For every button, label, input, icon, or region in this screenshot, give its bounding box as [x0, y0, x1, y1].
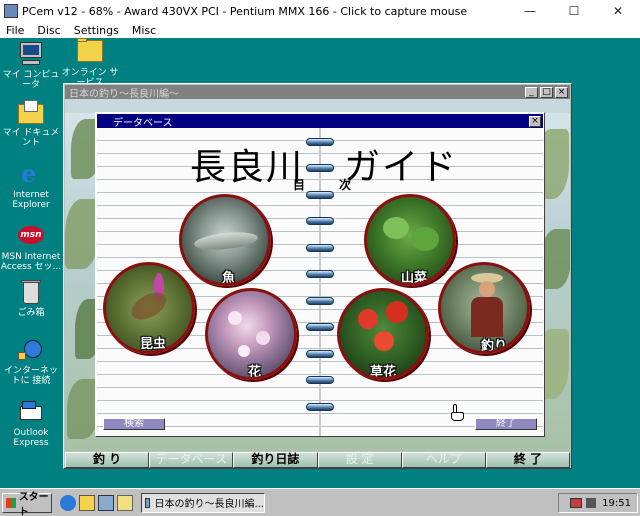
internet-explorer-icon: e	[21, 159, 37, 188]
nav-settings-button[interactable]: 設 定	[317, 452, 402, 468]
toc-label-left: 目	[293, 178, 306, 192]
tray-volume-icon[interactable]	[586, 498, 597, 508]
game-task-icon	[145, 497, 151, 508]
emulator-title: PCem v12 - 68% - Award 430VX PCI - Penti…	[22, 4, 468, 18]
nav-help-button[interactable]: ヘルプ	[401, 452, 486, 468]
binder-ring	[306, 138, 334, 146]
taskbar: スタート 日本の釣り〜長良川編... 19:51	[0, 488, 640, 516]
quicklaunch-ie-icon[interactable]	[60, 494, 76, 511]
river-scenery-background: データベース × 長良川 ガイド 目 次 魚 昆虫 花 山菜 草花 釣り 検索 …	[65, 99, 570, 451]
guide-notebook: 長良川 ガイド 目 次 魚 昆虫 花 山菜 草花 釣り 検索 終了	[97, 128, 543, 436]
menu-settings[interactable]: Settings	[68, 24, 126, 37]
binder-ring	[306, 244, 334, 252]
taskbar-item-game[interactable]: 日本の釣り〜長良川編...	[141, 492, 265, 513]
system-tray: 19:51	[558, 493, 638, 513]
quicklaunch-outlook-icon[interactable]	[79, 494, 95, 511]
category-fish-label: 魚	[222, 271, 236, 286]
emulator-menubar: File Disc Settings Misc	[0, 22, 640, 38]
category-insects-label: 昆虫	[140, 337, 167, 352]
category-fish[interactable]: 魚	[179, 194, 271, 286]
game-titlebar: 日本の釣り〜長良川編〜 _ □ ×	[65, 85, 570, 100]
game-window: 日本の釣り〜長良川編〜 _ □ × データベース × 長良川 ガイド 目 次 魚…	[63, 83, 572, 469]
desktop-icon-msn-internet-access[interactable]: msn MSN Internet Access セッ...	[0, 222, 62, 272]
tray-network-icon[interactable]	[570, 498, 583, 508]
documents-folder-icon	[16, 98, 46, 126]
menu-disc[interactable]: Disc	[31, 24, 67, 37]
desktop-icon-internet-explorer[interactable]: e Internet Explorer	[0, 159, 62, 211]
category-grasses-label: 草花	[370, 365, 397, 380]
start-button[interactable]: スタート	[2, 492, 52, 516]
category-wild-vegetables[interactable]: 山菜	[364, 194, 456, 286]
database-dialog-titlebar: データベース ×	[97, 114, 543, 129]
notebook-spine	[319, 128, 321, 436]
category-grasses[interactable]: 草花	[337, 288, 429, 380]
outlook-express-icon	[16, 398, 46, 426]
pcem-app-icon	[4, 4, 18, 18]
menu-file[interactable]: File	[0, 24, 31, 37]
emulator-close-button[interactable]: ✕	[596, 0, 640, 22]
msn-icon: msn	[16, 222, 46, 250]
nav-database-button[interactable]: データベース	[149, 452, 234, 468]
binder-ring	[306, 164, 334, 172]
emulator-minimize-button[interactable]: —	[508, 0, 552, 22]
binder-ring	[306, 270, 334, 278]
emulator-maximize-button[interactable]: ☐	[552, 0, 596, 22]
category-flowers[interactable]: 花	[205, 288, 297, 380]
category-fishing[interactable]: 釣り	[438, 262, 530, 354]
binder-ring	[306, 217, 334, 225]
desktop-icon-outlook-express[interactable]: Outlook Express	[0, 398, 62, 448]
category-fishing-label: 釣り	[481, 339, 508, 354]
binder-ring	[306, 297, 334, 305]
database-dialog-title: データベース	[113, 117, 173, 129]
menu-misc[interactable]: Misc	[126, 24, 163, 37]
toc-label-right: 次	[339, 178, 352, 192]
desktop-icon-connect-to-internet[interactable]: インターネットに 接続	[0, 336, 62, 386]
desktop-icon-my-documents[interactable]: マイ ドキュメント	[0, 98, 62, 148]
recycle-bin-icon	[16, 278, 46, 306]
database-close-button[interactable]: ×	[529, 115, 541, 127]
game-minimize-button[interactable]: _	[525, 86, 538, 98]
search-button[interactable]: 検索	[103, 418, 165, 430]
binder-ring	[306, 323, 334, 331]
category-insects[interactable]: 昆虫	[103, 262, 195, 354]
game-navigation-bar: 釣 り データベース 釣り日誌 設 定 ヘルプ 終 了	[65, 452, 571, 468]
start-label: スタート	[18, 491, 49, 516]
nav-fishing-diary-button[interactable]: 釣り日誌	[233, 452, 318, 468]
binder-ring	[306, 191, 334, 199]
database-dialog: データベース × 長良川 ガイド 目 次 魚 昆虫 花 山菜 草花 釣り 検索 …	[95, 112, 545, 437]
category-flowers-label: 花	[248, 365, 262, 380]
binder-ring	[306, 403, 334, 411]
game-close-button[interactable]: ×	[555, 86, 568, 98]
binder-ring	[306, 376, 334, 384]
nav-fishing-button[interactable]: 釣 り	[65, 452, 150, 468]
desktop-icon-recycle-bin[interactable]: ごみ箱	[0, 278, 62, 318]
game-window-title: 日本の釣り〜長良川編〜	[69, 88, 179, 100]
guide-title-right: ガイド	[344, 147, 459, 188]
connect-icon	[16, 336, 46, 364]
nav-quit-button[interactable]: 終 了	[485, 452, 571, 468]
emulator-titlebar: PCem v12 - 68% - Award 430VX PCI - Penti…	[0, 0, 640, 22]
quicklaunch-desktop-icon[interactable]	[98, 494, 114, 511]
desktop-icon-online-services[interactable]: オンライン サービス	[59, 38, 121, 88]
clock[interactable]: 19:51	[602, 498, 631, 509]
game-maximize-button[interactable]: □	[540, 86, 553, 98]
hand-cursor-icon	[449, 404, 465, 422]
quicklaunch-channels-icon[interactable]	[117, 494, 133, 511]
desktop-icon-my-computer[interactable]: マイ コンピュータ	[0, 40, 62, 90]
category-wild-vegetables-label: 山菜	[401, 271, 428, 286]
database-exit-button[interactable]: 終了	[475, 418, 537, 430]
folder-icon	[75, 38, 105, 66]
guest-desktop: マイ コンピュータ オンライン サービス マイ ドキュメント e Interne…	[0, 38, 640, 488]
binder-ring	[306, 350, 334, 358]
guide-title-left: 長良川	[190, 147, 305, 188]
computer-icon	[16, 40, 46, 68]
windows-logo-icon	[6, 497, 16, 508]
